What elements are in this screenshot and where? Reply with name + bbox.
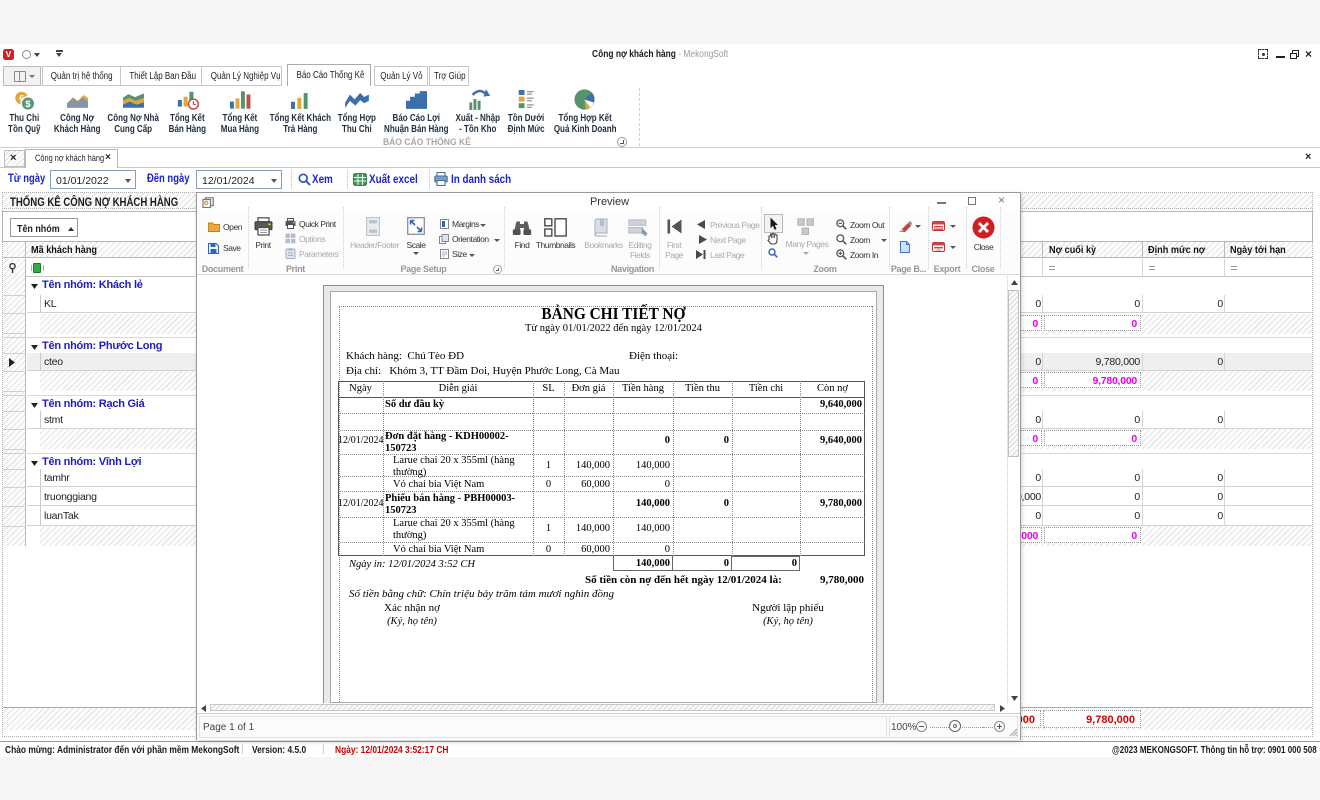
svg-text:$: $ [25,99,31,109]
svg-text:xls: xls [936,248,942,253]
